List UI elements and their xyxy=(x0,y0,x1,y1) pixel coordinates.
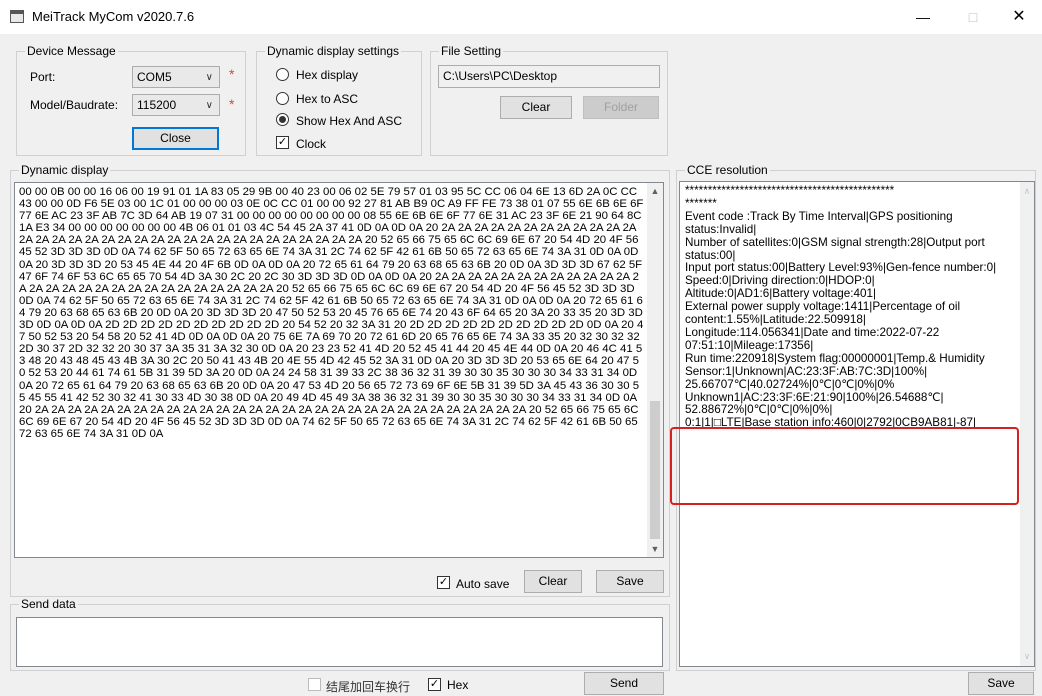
hex-output-text: 00 00 0B 00 00 16 06 00 19 91 01 1A 83 0… xyxy=(19,186,647,440)
hex-display-label: Hex display xyxy=(296,68,359,82)
app-window-icon xyxy=(10,10,24,23)
cce-output-text: ****************************************… xyxy=(685,184,997,430)
required-mark: * xyxy=(229,66,235,82)
hex-to-asc-radio[interactable] xyxy=(276,92,289,105)
chevron-down-icon: ∨ xyxy=(205,72,213,83)
baudrate-value: 115200 xyxy=(137,98,177,112)
cce-vertical-scrollbar[interactable]: ∧ ∨ xyxy=(1020,182,1034,666)
auto-save-checkbox[interactable]: ✓ xyxy=(437,576,450,589)
window-title: MeiTrack MyCom v2020.7.6 xyxy=(32,9,195,24)
baudrate-select[interactable]: 115200 ∨ xyxy=(132,94,220,116)
file-clear-button[interactable]: Clear xyxy=(500,96,572,119)
display-save-button[interactable]: Save xyxy=(596,570,664,593)
highlight-annotation-box xyxy=(670,427,1019,505)
port-value: COM5 xyxy=(137,70,172,84)
show-hex-and-asc-label: Show Hex And ASC xyxy=(296,114,403,128)
send-button[interactable]: Send xyxy=(584,672,664,695)
device-message-legend: Device Message xyxy=(27,44,116,58)
port-select[interactable]: COM5 ∨ xyxy=(132,66,220,88)
append-crlf-checkbox[interactable] xyxy=(308,678,321,691)
send-data-legend: Send data xyxy=(21,597,76,611)
cce-output[interactable]: ****************************************… xyxy=(679,181,1035,667)
title-bar: MeiTrack MyCom v2020.7.6 — □ ✕ xyxy=(0,0,1042,34)
file-path-field[interactable]: C:\Users\PC\Desktop xyxy=(438,65,660,88)
hex-display-radio[interactable] xyxy=(276,68,289,81)
minimize-button[interactable]: — xyxy=(900,0,946,34)
model-baudrate-label: Model/Baudrate: xyxy=(30,98,119,112)
vertical-scrollbar[interactable]: ▲ ▼ xyxy=(647,183,663,557)
display-settings-legend: Dynamic display settings xyxy=(267,44,400,58)
hex-checkbox[interactable]: ✓ xyxy=(428,678,441,691)
cce-resolution-legend: CCE resolution xyxy=(687,163,768,177)
display-clear-button[interactable]: Clear xyxy=(524,570,582,593)
chevron-down-icon: ∨ xyxy=(205,100,213,111)
cce-save-button[interactable]: Save xyxy=(968,672,1034,695)
scroll-down-icon[interactable]: ∨ xyxy=(1020,651,1034,662)
close-window-button[interactable]: ✕ xyxy=(996,0,1042,34)
scroll-up-icon[interactable]: ▲ xyxy=(647,186,663,196)
clock-label: Clock xyxy=(296,137,327,151)
hex-label: Hex xyxy=(447,678,469,692)
scroll-down-icon[interactable]: ▼ xyxy=(647,544,663,554)
required-mark: * xyxy=(229,96,235,112)
dynamic-display-legend: Dynamic display xyxy=(21,163,109,177)
show-hex-and-asc-radio[interactable] xyxy=(276,113,289,126)
send-data-input[interactable] xyxy=(16,617,663,667)
port-label: Port: xyxy=(30,70,56,84)
clock-checkbox[interactable]: ✓ xyxy=(276,136,289,149)
append-crlf-label: 结尾加回车换行 xyxy=(326,680,411,694)
auto-save-label: Auto save xyxy=(456,577,510,591)
folder-button[interactable]: Folder xyxy=(583,96,659,119)
hex-to-asc-label: Hex to ASC xyxy=(296,92,359,106)
dynamic-display-output[interactable]: 00 00 0B 00 00 16 06 00 19 91 01 1A 83 0… xyxy=(14,182,664,558)
scroll-up-icon[interactable]: ∧ xyxy=(1020,186,1034,197)
maximize-button[interactable]: □ xyxy=(950,0,996,34)
close-port-button[interactable]: Close xyxy=(132,127,219,150)
file-setting-legend: File Setting xyxy=(441,44,502,58)
scroll-thumb[interactable] xyxy=(650,401,660,539)
